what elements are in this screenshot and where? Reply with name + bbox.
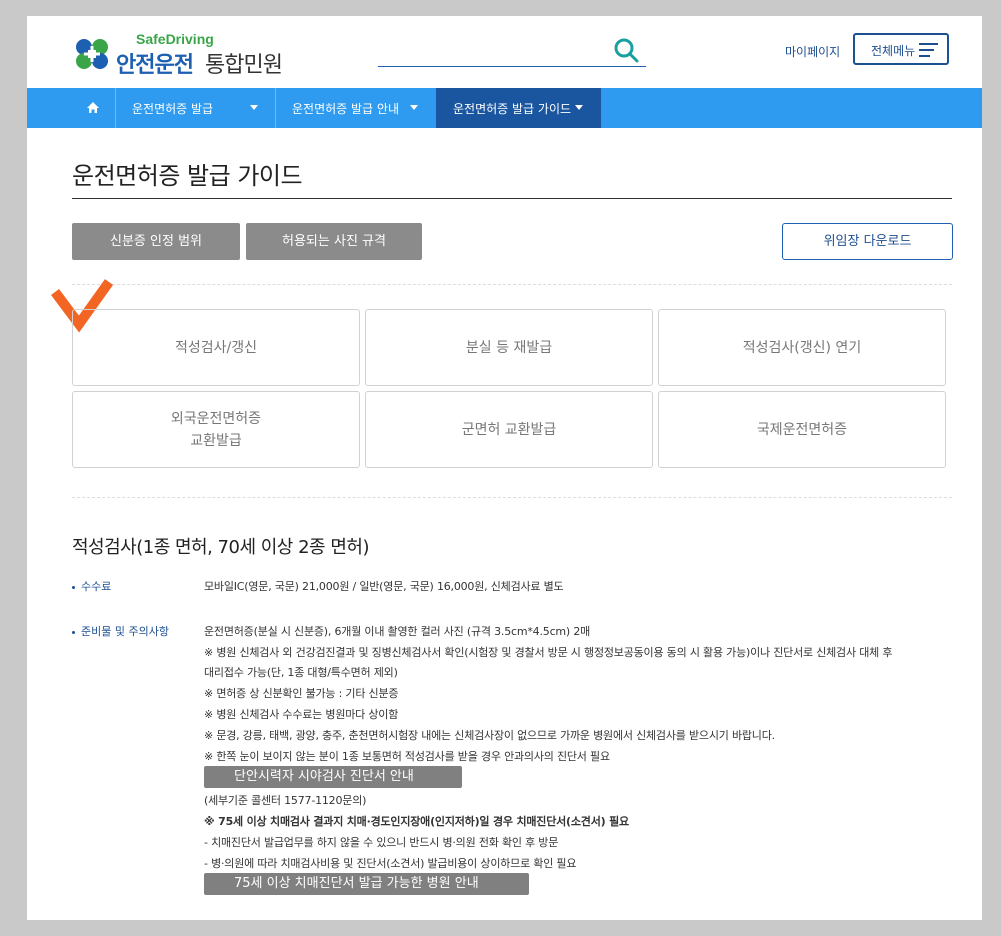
caret-down-icon bbox=[410, 105, 418, 110]
section-title: 적성검사(1종 면허, 70세 이상 2종 면허) bbox=[72, 537, 369, 558]
search-bar bbox=[378, 34, 646, 67]
grid-item-label: 군면허 교환발급 bbox=[461, 421, 557, 438]
grid-item-label-line1: 외국운전면허증 bbox=[170, 410, 262, 427]
nav-item-label: 운전면허증 발급 가이드 bbox=[453, 102, 572, 116]
photo-spec-button[interactable]: 허용되는 사진 규격 bbox=[246, 223, 422, 260]
title-divider bbox=[72, 198, 952, 199]
dashed-divider bbox=[72, 284, 952, 285]
id-scope-button[interactable]: 신분증 인정 범위 bbox=[72, 223, 240, 260]
vision-certificate-button[interactable]: 단안시력자 시야검사 진단서 안내 bbox=[204, 766, 462, 788]
mypage-link[interactable]: 마이페이지 bbox=[785, 43, 840, 60]
dementia-hospital-button[interactable]: 75세 이상 치매진단서 발급 가능한 병원 안내 bbox=[204, 873, 529, 895]
grid-item-aptitude-postpone[interactable]: 적성검사(갱신) 연기 bbox=[658, 309, 946, 386]
proxy-download-button[interactable]: 위임장 다운로드 bbox=[782, 223, 953, 260]
prep-line: ※ 한쪽 눈이 보이지 않는 분이 1종 보통면허 적성검사를 받을 경우 안과… bbox=[204, 750, 610, 763]
nav-item-issue-info[interactable]: 운전면허증 발급 안내 bbox=[275, 88, 436, 128]
all-menu-label: 전체메뉴 bbox=[871, 44, 916, 58]
main-nav: 운전면허증 발급 운전면허증 발급 안내 운전면허증 발급 가이드 bbox=[27, 88, 982, 128]
clover-logo-icon bbox=[76, 39, 108, 69]
site-logo[interactable]: SafeDriving 안전운전 통합민원 bbox=[72, 31, 302, 78]
all-menu-button[interactable]: 전체메뉴 bbox=[853, 33, 949, 65]
logo-korean-main: 안전운전 bbox=[116, 53, 194, 78]
dementia-notice: ※ 75세 이상 치매검사 결과지 치매·경도인지장애(인지저하)일 경우 치매… bbox=[204, 815, 629, 828]
page-title: 운전면허증 발급 가이드 bbox=[72, 162, 303, 190]
prep-line: 대리접수 가능(단, 1종 대형/특수면허 제외) bbox=[204, 666, 398, 679]
nav-item-label: 운전면허증 발급 bbox=[132, 102, 214, 116]
bullet-icon bbox=[72, 630, 75, 634]
grid-item-label: 외국운전면허증교환발급 bbox=[171, 408, 261, 452]
grid-item-international[interactable]: 국제운전면허증 bbox=[658, 391, 946, 468]
hamburger-icon bbox=[919, 43, 938, 57]
fee-label-text: 수수료 bbox=[81, 580, 112, 593]
grid-item-label: 적성검사/갱신 bbox=[175, 339, 257, 356]
grid-item-label: 적성검사(갱신) 연기 bbox=[742, 339, 862, 356]
grid-item-label: 분실 등 재발급 bbox=[465, 339, 553, 356]
fee-text: 모바일IC(영문, 국문) 21,000원 / 일반(영문, 국문) 16,00… bbox=[204, 580, 564, 593]
grid-item-foreign-exchange[interactable]: 외국운전면허증교환발급 bbox=[72, 391, 360, 468]
dementia-line: - 병·의원에 따라 치매검사비용 및 진단서(소견서) 발급비용이 상이하므로… bbox=[204, 857, 577, 870]
page-container: SafeDriving 안전운전 통합민원 마이페이지 전체메뉴 운전면허증 발… bbox=[27, 16, 982, 920]
home-icon[interactable] bbox=[73, 88, 113, 128]
callcenter-text: (세부기준 콜센터 1577-1120문의) bbox=[204, 794, 367, 807]
caret-down-icon bbox=[250, 105, 258, 110]
dementia-line: - 치매진단서 발급업무를 하지 않을 수 있으니 반드시 병·의원 전화 확인… bbox=[204, 836, 559, 849]
bullet-icon bbox=[72, 585, 75, 589]
nav-item-license-issue[interactable]: 운전면허증 발급 bbox=[115, 88, 276, 128]
prep-line: ※ 병원 신체검사 수수료는 병원마다 상이함 bbox=[204, 708, 399, 721]
fee-label: 수수료 bbox=[72, 578, 111, 594]
prep-line: ※ 병원 신체검사 외 건강검진결과 및 징병신체검사서 확인(시험장 및 경찰… bbox=[204, 646, 893, 659]
logo-english-text: SafeDriving bbox=[136, 31, 214, 47]
prep-line: ※ 문경, 강릉, 태백, 광양, 충주, 춘천면허시험장 내에는 신체검사장이… bbox=[204, 729, 775, 742]
nav-item-label: 운전면허증 발급 안내 bbox=[292, 102, 399, 116]
dashed-divider bbox=[72, 497, 952, 498]
prep-line: ※ 면허증 상 신분확인 불가능 : 기타 신분증 bbox=[204, 687, 399, 700]
grid-item-military-exchange[interactable]: 군면허 교환발급 bbox=[365, 391, 653, 468]
logo-korean-sub: 통합민원 bbox=[205, 53, 283, 78]
nav-item-issue-guide[interactable]: 운전면허증 발급 가이드 bbox=[436, 88, 601, 128]
grid-item-aptitude-renewal[interactable]: 적성검사/갱신 bbox=[72, 309, 360, 386]
grid-item-label: 국제운전면허증 bbox=[756, 421, 848, 438]
grid-item-reissue[interactable]: 분실 등 재발급 bbox=[365, 309, 653, 386]
search-input[interactable] bbox=[378, 34, 607, 66]
prep-label: 준비물 및 주의사항 bbox=[72, 623, 169, 639]
prep-label-text: 준비물 및 주의사항 bbox=[81, 625, 169, 638]
grid-item-label-line2: 교환발급 bbox=[190, 432, 242, 449]
prep-line: 운전면허증(분실 시 신분증), 6개월 이내 촬영한 컬러 사진 (규격 3.… bbox=[204, 625, 591, 638]
caret-down-icon bbox=[575, 105, 583, 110]
search-icon[interactable] bbox=[612, 36, 640, 64]
